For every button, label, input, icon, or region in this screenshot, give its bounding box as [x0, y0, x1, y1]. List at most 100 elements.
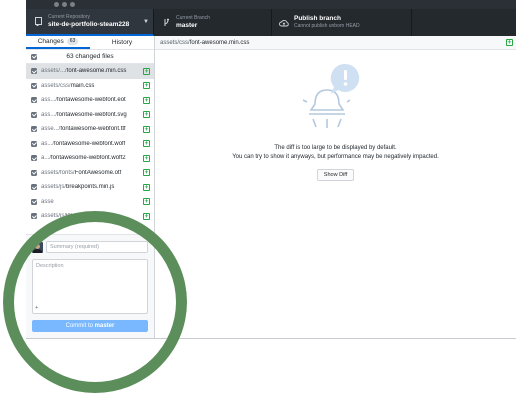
summary-placeholder: Summary (required) [50, 244, 99, 250]
toolbar: Current Repository site-de-portfolio-ste… [26, 9, 516, 36]
file-basename: jquery.min.js [66, 213, 100, 220]
file-checkbox[interactable] [31, 82, 37, 89]
file-checkbox[interactable] [31, 169, 37, 176]
large-diff-illustration-icon [302, 63, 360, 128]
file-added-icon: + [143, 67, 150, 75]
file-name: a.../fontawesome-webfont.woff2 [41, 155, 145, 161]
file-list-item[interactable]: asse.../fontawesome-webfont.ttf + [26, 122, 154, 137]
file-checkbox[interactable] [31, 155, 37, 162]
file-basename: breakpoints.min.js [66, 184, 115, 191]
file-name: asse [41, 199, 145, 205]
repo-name: site-de-portfolio-steam228 [48, 20, 130, 28]
branch-name: master [176, 21, 198, 29]
publish-branch-button[interactable]: Publish branch Cannot publish unborn HEA… [272, 9, 412, 36]
file-dir: asse [41, 198, 54, 205]
file-dir: assets/.../ [41, 68, 67, 75]
close-window-button[interactable] [54, 2, 59, 7]
file-checkbox[interactable] [31, 140, 37, 147]
file-list-item[interactable]: as.../fontawesome-webfont.woff + [26, 137, 154, 152]
file-list-item[interactable]: assets/.../font-awesome.min.css + [26, 64, 154, 79]
file-added-icon: + [143, 169, 150, 177]
diff-performance-warning: You can try to show it anyways, but perf… [232, 154, 439, 160]
file-name: ass.../fontawesome-webfont.eot [41, 97, 145, 103]
file-name: assets/fonts/FontAwesome.otf [41, 170, 145, 176]
file-dir: assets/css/ [41, 82, 71, 89]
description-placeholder: Description [36, 263, 64, 269]
file-basename: fontawesome-webfont.svg [57, 111, 127, 118]
file-basename: fontawesome-webfont.ttf [60, 126, 126, 133]
file-checkbox[interactable] [31, 213, 37, 220]
file-checkbox[interactable] [31, 68, 37, 75]
file-name: assets/js/breakpoints.min.js [41, 184, 145, 190]
file-checkbox[interactable] [31, 198, 37, 205]
repo-caption: Current Repository [48, 13, 90, 20]
file-list-item[interactable]: assets/fonts/FontAwesome.otf + [26, 166, 154, 181]
avatar [32, 242, 43, 253]
tab-changes[interactable]: Changes 63 [26, 36, 90, 49]
diff-too-large-message: The diff is too large to be displayed by… [274, 145, 397, 151]
changed-files-count: 63 changed files [66, 53, 114, 60]
commit-button-label: Commit to [65, 323, 95, 329]
changes-sidebar: Changes 63 History 63 changed files asse… [26, 36, 155, 338]
file-list-item[interactable]: assets/js/jquery.min.js + [26, 209, 154, 224]
chevron-down-icon: ▼ [143, 19, 149, 25]
file-dir: assets/js/ [41, 213, 67, 220]
file-basename: fontawesome-webfont.woff2 [51, 155, 126, 162]
file-added-icon: + [143, 140, 150, 148]
add-coauthor-icon[interactable]: + [35, 305, 38, 311]
file-dir: a.../ [41, 155, 52, 162]
commit-branch-label: master [94, 323, 115, 329]
file-path-header: assets/css/font-awesome.min.css + [155, 36, 516, 50]
description-input[interactable]: Description [32, 259, 148, 314]
file-added-icon: + [143, 183, 150, 191]
window-controls [54, 2, 75, 7]
file-list-item[interactable]: assets/js/breakpoints.min.js + [26, 180, 154, 195]
minimize-window-button[interactable] [62, 2, 67, 7]
file-basename: main.css [70, 82, 95, 89]
file-name: assets/css/main.css [41, 83, 145, 89]
file-path-name: font-awesome.min.css [189, 39, 250, 46]
file-name: ass.../fontawesome-webfont.svg [41, 112, 145, 118]
commit-button[interactable]: Commit to master [32, 320, 148, 332]
file-list-item[interactable]: ass.../fontawesome-webfont.svg + [26, 108, 154, 123]
file-dir: asse.../ [41, 126, 61, 133]
file-basename: fontawesome-webfont.eot [57, 97, 126, 104]
file-name: assets/.../font-awesome.min.css [41, 68, 145, 74]
file-checkbox[interactable] [31, 97, 37, 104]
file-checkbox[interactable] [31, 126, 37, 133]
repo-icon [31, 17, 45, 26]
show-diff-button[interactable]: Show Diff [317, 169, 354, 181]
file-checkbox[interactable] [31, 184, 37, 191]
current-branch-button[interactable]: Current Branch master [154, 9, 272, 36]
branch-caption: Current Branch [176, 14, 210, 21]
file-list-item[interactable]: assets/css/main.css + [26, 79, 154, 94]
title-bar [26, 0, 516, 9]
file-dir: assets/js/ [41, 184, 67, 191]
file-added-icon: + [143, 82, 150, 90]
window-bottom-border [26, 338, 516, 339]
file-basename: FontAwesome.otf [74, 169, 122, 176]
file-list-item[interactable]: a.../fontawesome-webfont.woff2 + [26, 151, 154, 166]
tab-history[interactable]: History [90, 36, 154, 49]
app-window: Current Repository site-de-portfolio-ste… [0, 0, 516, 398]
file-name: asse.../fontawesome-webfont.ttf [41, 126, 145, 132]
file-checkbox[interactable] [31, 111, 37, 118]
file-list-item[interactable]: ass.../fontawesome-webfont.eot + [26, 93, 154, 108]
diff-pane: assets/css/font-awesome.min.css + The di… [155, 36, 516, 338]
file-added-icon: + [143, 212, 150, 220]
file-path-dir: assets/css/ [160, 39, 190, 46]
file-basename: fontawesome-webfont.woff [54, 140, 126, 147]
file-added-icon: + [143, 154, 150, 162]
file-name: as.../fontawesome-webfont.woff [41, 141, 145, 147]
file-dir: as.../ [41, 140, 55, 147]
select-all-row: 63 changed files [26, 50, 154, 64]
publish-caption: Cannot publish unborn HEAD [294, 23, 360, 30]
file-added-icon: + [143, 198, 150, 206]
zoom-window-button[interactable] [70, 2, 75, 7]
branch-icon [159, 18, 173, 27]
file-list-item[interactable]: asse + [26, 195, 154, 210]
file-basename: font-awesome.min.css [66, 68, 127, 75]
file-dir: ass.../ [41, 97, 58, 104]
current-repository-button[interactable]: Current Repository site-de-portfolio-ste… [26, 9, 154, 36]
summary-input[interactable]: Summary (required) [46, 241, 148, 253]
